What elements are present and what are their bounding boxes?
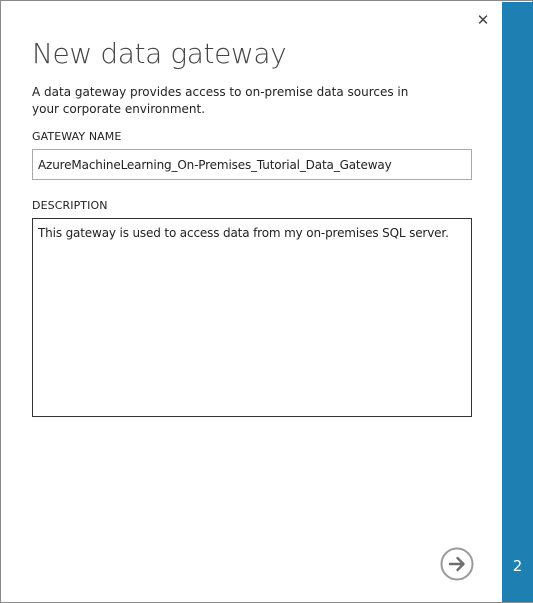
description-label: DESCRIPTION <box>32 199 108 212</box>
dialog-title: New data gateway <box>32 37 287 70</box>
arrow-right-circle-icon <box>440 547 474 581</box>
dialog-description: A data gateway provides access to on-pre… <box>32 85 409 116</box>
close-icon[interactable]: ✕ <box>475 11 491 29</box>
description-textarea[interactable]: This gateway is used to access data from… <box>32 218 472 417</box>
next-button[interactable] <box>440 547 474 581</box>
new-data-gateway-dialog: ✕ New data gateway A data gateway provid… <box>0 0 533 603</box>
gateway-name-label: GATEWAY NAME <box>32 130 122 143</box>
wizard-step-panel: 2 <box>502 2 533 602</box>
gateway-name-input[interactable] <box>32 149 472 180</box>
wizard-step-number: 2 <box>512 557 523 575</box>
